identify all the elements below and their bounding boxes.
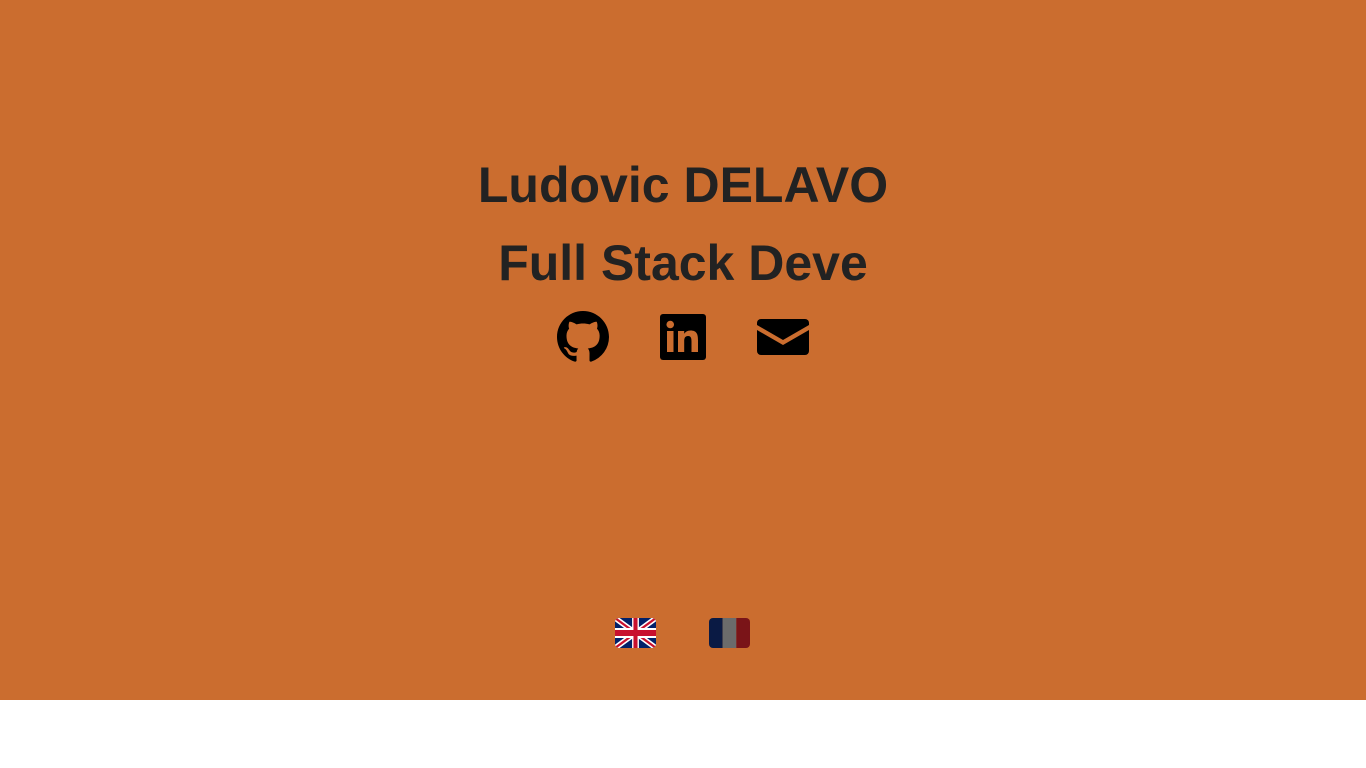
- job-title: Full Stack Deve: [498, 235, 868, 291]
- language-english-button[interactable]: [615, 618, 656, 648]
- page-title: Ludovic DELAVO: [477, 157, 889, 213]
- hero-section: Ludovic DELAVO Full Stack Deve: [0, 0, 1366, 700]
- email-link[interactable]: [756, 310, 810, 364]
- linkedin-link[interactable]: [656, 310, 710, 364]
- github-icon: [557, 311, 609, 363]
- linkedin-icon: [659, 313, 707, 361]
- language-french-button[interactable]: [709, 618, 750, 648]
- footer: [0, 700, 1366, 768]
- github-link[interactable]: [556, 310, 610, 364]
- uk-flag-icon: [615, 618, 656, 648]
- france-flag-icon: [709, 618, 750, 648]
- envelope-icon: [757, 317, 809, 357]
